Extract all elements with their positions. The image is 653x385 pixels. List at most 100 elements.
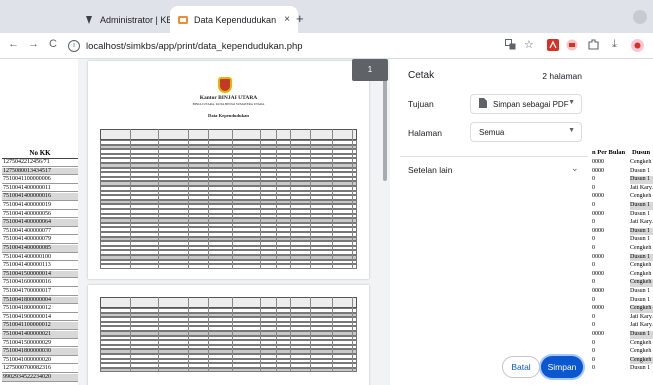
dusun-cell: Jati Kary. bbox=[630, 184, 653, 191]
no-kk-cell: 7510041600000016 bbox=[2, 279, 78, 287]
income-cell: 0 bbox=[592, 313, 595, 320]
print-dialog-title: Cetak bbox=[408, 70, 435, 81]
no-kk-cell: 7510041400000016 bbox=[2, 193, 78, 201]
settings-divider bbox=[400, 156, 588, 157]
new-tab-button[interactable]: + bbox=[296, 11, 304, 26]
destination-value: Simpan sebagai PDF bbox=[493, 99, 569, 109]
preview-column-divider bbox=[290, 297, 291, 373]
preview-table-row bbox=[100, 367, 357, 373]
dusun-cell: Dusun 1 bbox=[630, 176, 653, 184]
dusun-cell: Dusun 1 bbox=[630, 296, 651, 303]
income-cell: 0000 bbox=[592, 193, 604, 200]
info-icon[interactable]: i bbox=[68, 40, 80, 52]
dusun-cell: Cengkeh 1 bbox=[630, 245, 653, 251]
income-cell: 0000 bbox=[592, 210, 604, 217]
preview-column-divider bbox=[332, 129, 333, 269]
preview-column-divider bbox=[332, 297, 333, 373]
income-header: n Per Bulan bbox=[592, 149, 626, 156]
preview-column-divider bbox=[208, 297, 209, 373]
dusun-cell: Dusun 1 bbox=[630, 210, 651, 217]
kbs-tab-icon bbox=[84, 15, 94, 25]
income-cell: 0000 bbox=[592, 159, 604, 165]
no-kk-cell: 7510041400000100 bbox=[2, 254, 78, 262]
income-cell: 0 bbox=[592, 365, 595, 372]
print-preview[interactable]: Kantor BINJAI UTARA BINJAI UTARA, KOTA B… bbox=[78, 59, 390, 385]
pdf-extension-icon[interactable] bbox=[547, 39, 559, 54]
pages-label: Halaman bbox=[408, 128, 443, 138]
dusun-cell: Dusun 1 bbox=[630, 202, 653, 210]
close-tab-icon[interactable]: × bbox=[284, 14, 290, 25]
avatar-icon[interactable] bbox=[631, 39, 644, 55]
preview-page-2 bbox=[88, 285, 369, 385]
no-kk-cell: 7510041400000064 bbox=[2, 219, 78, 227]
dusun-cell: Dusun 1 bbox=[630, 227, 653, 236]
preview-table-header bbox=[100, 297, 357, 308]
income-cell: 0000 bbox=[592, 288, 604, 294]
window-control-icon[interactable] bbox=[633, 10, 647, 24]
tab-label: Data Kependudukan bbox=[194, 14, 277, 25]
destination-label: Tujuan bbox=[408, 99, 434, 109]
chevron-down-icon: ▼ bbox=[568, 99, 575, 106]
destination-select[interactable]: Simpan sebagai PDF ▼ bbox=[470, 94, 582, 114]
income-cell: 0 bbox=[592, 202, 595, 208]
doc-title: Data Kependudukan bbox=[208, 113, 249, 118]
pages-select[interactable]: Semua ▼ bbox=[470, 122, 582, 142]
download-icon[interactable]: ⤓ bbox=[612, 38, 617, 51]
no-kk-cell: 7510041500000014 bbox=[2, 270, 78, 279]
dusun-cell: Jati Kary. bbox=[630, 322, 653, 329]
address-bar[interactable]: i localhost/simkbs/app/print/data_kepend… bbox=[68, 36, 568, 56]
page-count: 2 halaman bbox=[542, 71, 582, 81]
chevron-down-icon[interactable]: ⌄ bbox=[571, 163, 579, 174]
browser-toolbar: ← → C i localhost/simkbs/app/print/data_… bbox=[0, 33, 653, 59]
income-cell: 0000 bbox=[592, 270, 604, 277]
org-address: BINJAI UTARA, KOTA BINJAI SUMATERA UTARA bbox=[192, 102, 265, 106]
cancel-button[interactable]: Batal bbox=[502, 356, 540, 378]
no-kk-cell: 7510041800000004 bbox=[2, 296, 78, 305]
preview-column-divider bbox=[208, 129, 209, 269]
puzzle-icon[interactable] bbox=[588, 39, 599, 53]
income-cell: 0 bbox=[592, 176, 595, 183]
tab-data-kependudukan[interactable]: Data Kependudukan × bbox=[170, 6, 298, 33]
income-cell: 0 bbox=[592, 262, 595, 269]
extension-icon[interactable] bbox=[566, 39, 578, 54]
tab-label: Administrator | KBS bbox=[100, 14, 179, 25]
income-cell: 0 bbox=[592, 339, 595, 346]
preview-column-divider bbox=[290, 129, 291, 269]
reload-button[interactable]: C bbox=[49, 38, 57, 50]
dusun-cell: Cengkeh 1 bbox=[630, 262, 653, 269]
bookmark-star-icon[interactable]: ☆ bbox=[524, 38, 534, 51]
dusun-cell: Cengkeh 1 bbox=[630, 305, 653, 313]
dusun-header: Dusun bbox=[632, 149, 651, 156]
preview-page-1: Kantor BINJAI UTARA BINJAI UTARA, KOTA B… bbox=[88, 61, 369, 279]
income-cell: 0 bbox=[592, 356, 595, 363]
preview-column-divider bbox=[130, 297, 131, 373]
preview-column-divider bbox=[232, 297, 233, 373]
dusun-cell: Jati Kary. bbox=[630, 219, 653, 226]
no-kk-cell: 7510041100000006 bbox=[2, 176, 78, 184]
income-cell: 0000 bbox=[592, 227, 604, 234]
forward-button[interactable]: → bbox=[28, 38, 39, 50]
no-kk-cell: 7510041400000113 bbox=[2, 262, 78, 270]
save-button[interactable]: Simpan bbox=[541, 356, 583, 378]
income-cell: 0 bbox=[592, 279, 595, 286]
translate-icon[interactable] bbox=[505, 39, 516, 53]
dusun-cell: Dusun 1 bbox=[630, 167, 651, 174]
org-logo-icon bbox=[218, 77, 232, 93]
more-settings-toggle[interactable]: Setelan lain bbox=[408, 165, 452, 175]
background-left-column: No KK 1275042212456/71 1275080013434517 75… bbox=[0, 59, 78, 385]
no-kk-cell: 1275000700082316 bbox=[2, 365, 78, 373]
preview-table-header bbox=[100, 129, 357, 140]
dusun-cell: Dusun 1 bbox=[630, 365, 651, 372]
pdf-file-icon bbox=[479, 98, 487, 110]
preview-column-divider bbox=[232, 129, 233, 269]
preview-column-divider bbox=[188, 297, 189, 373]
no-kk-cell: 7510041400000011 bbox=[2, 185, 78, 193]
preview-column-divider bbox=[310, 297, 311, 373]
income-cell: 0000 bbox=[592, 331, 604, 337]
income-cell: 0 bbox=[592, 322, 595, 329]
folder-tab-icon bbox=[178, 15, 188, 25]
back-button[interactable]: ← bbox=[8, 38, 19, 50]
dusun-cell: Cengkeh 1 bbox=[630, 270, 653, 277]
no-kk-cell: 7510041500000029 bbox=[2, 340, 78, 348]
preview-table-row bbox=[100, 264, 357, 269]
